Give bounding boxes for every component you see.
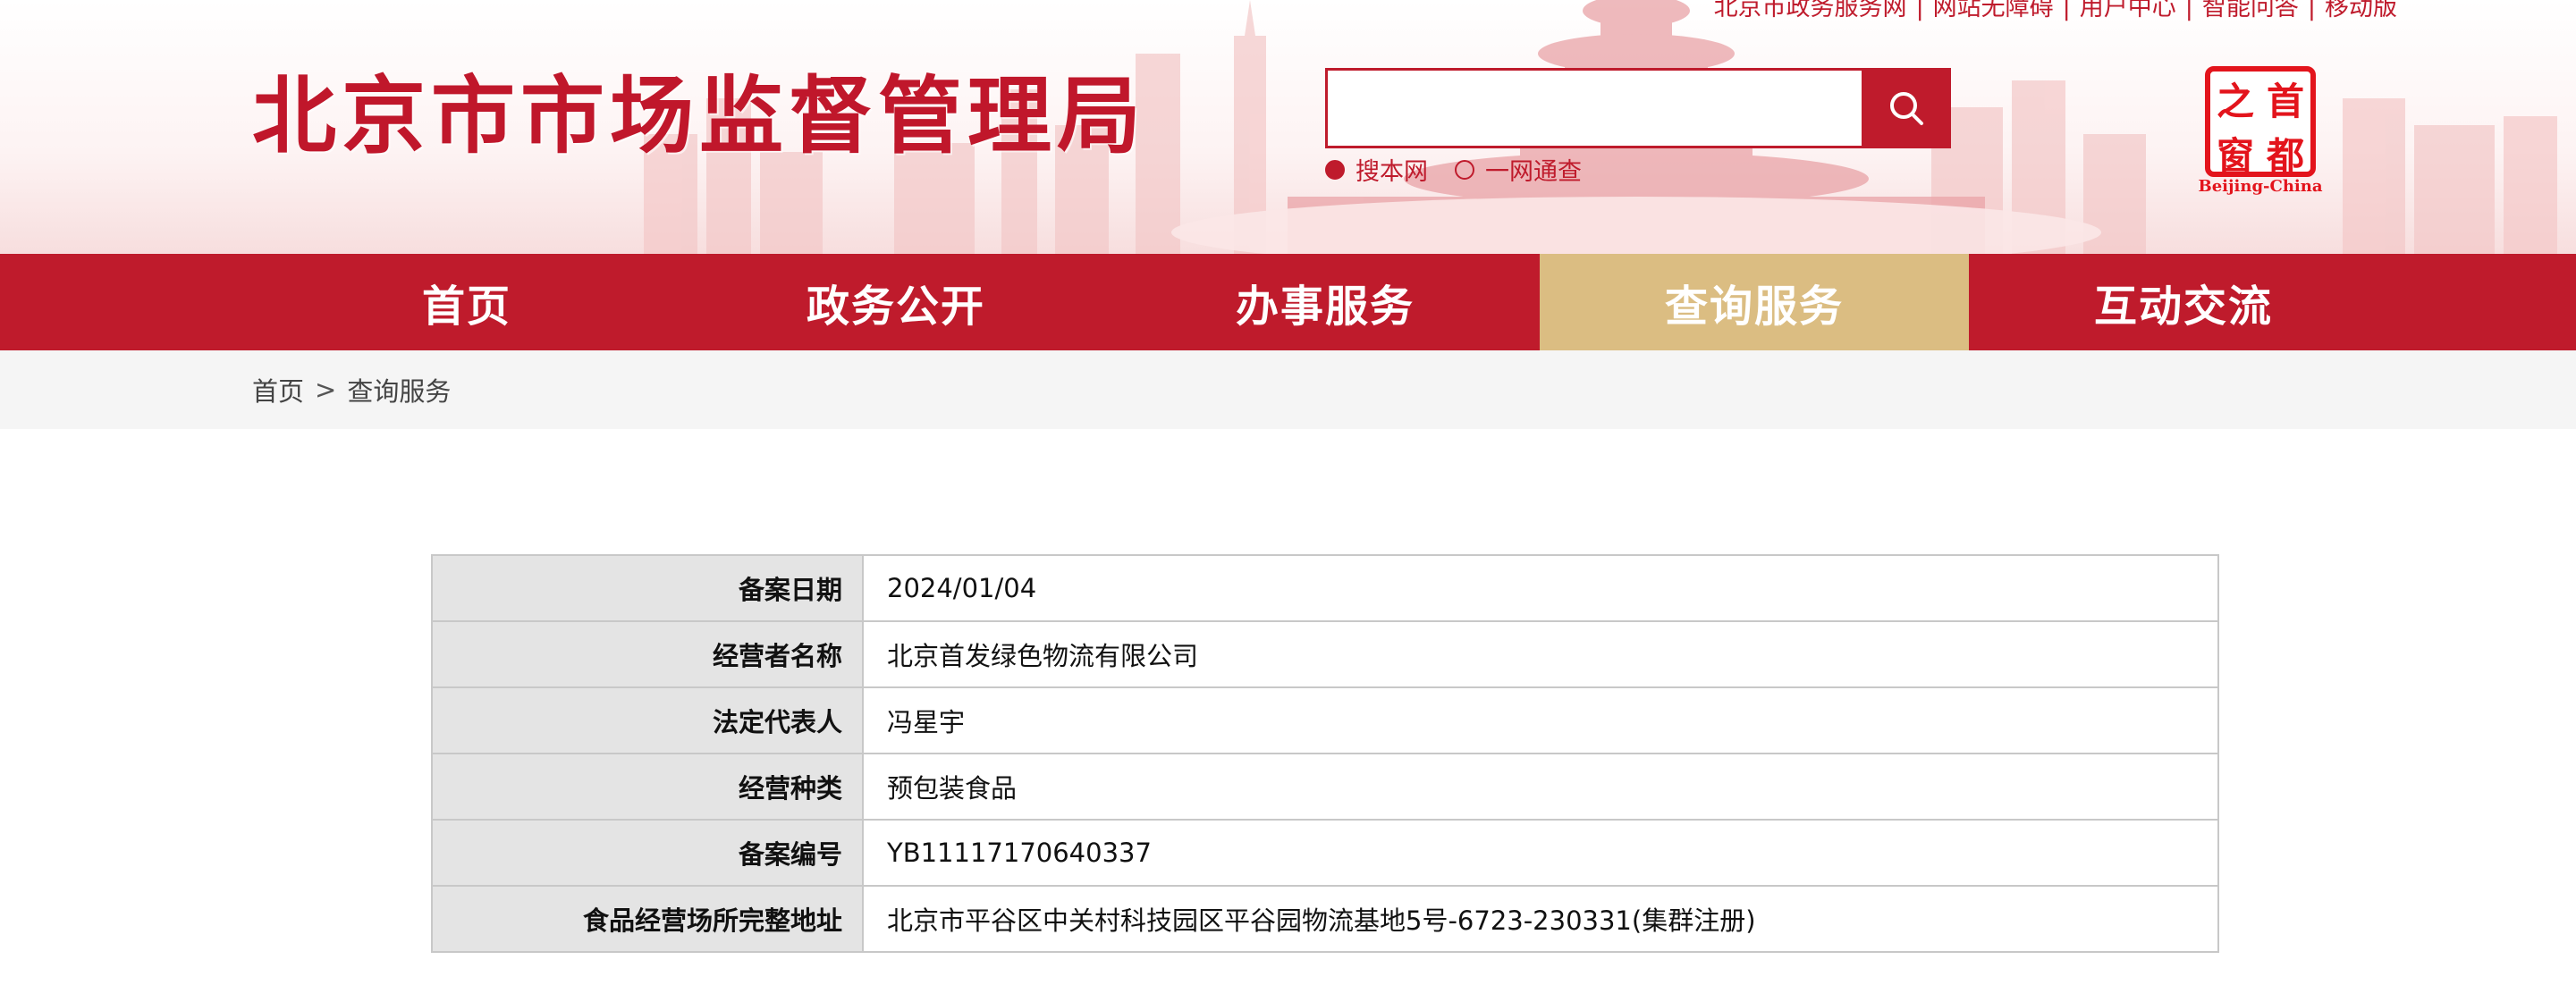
table-row: 食品经营场所完整地址 北京市平谷区中关村科技园区平谷园物流基地5号-6723-2… — [431, 885, 2219, 953]
top-utility-links: 北京市政务服务网 | 网站无障碍 | 用户中心 | 智能问答 | 移动版 — [1714, 0, 2397, 22]
scope-option-site[interactable]: 搜本网 — [1325, 152, 1428, 187]
table-row: 经营种类 预包装食品 — [431, 753, 2219, 821]
breadcrumb-bar: 首页 > 查询服务 — [0, 350, 2576, 429]
row-value: YB11117170640337 — [862, 819, 2219, 887]
scope-option-all[interactable]: 一网通查 — [1455, 152, 1582, 187]
link-separator: | — [2062, 0, 2071, 21]
top-link-user-center[interactable]: 用户中心 — [2080, 0, 2176, 22]
table-row: 经营者名称 北京首发绿色物流有限公司 — [431, 620, 2219, 688]
search-box — [1325, 68, 1862, 148]
capital-window-logo[interactable]: 之 首 窗 都 — [2205, 66, 2316, 178]
row-value: 冯星宇 — [862, 686, 2219, 754]
nav-item-home[interactable]: 首页 — [252, 254, 681, 350]
link-separator: | — [2307, 0, 2316, 21]
nav-item-gov-affairs[interactable]: 政务公开 — [681, 254, 1111, 350]
logo-char: 之 — [2216, 80, 2254, 123]
breadcrumb-home[interactable]: 首页 — [252, 371, 304, 408]
row-value: 北京市平谷区中关村科技园区平谷园物流基地5号-6723-230331(集群注册) — [862, 885, 2219, 953]
breadcrumb-current[interactable]: 查询服务 — [347, 371, 451, 408]
row-value: 2024/01/04 — [862, 554, 2219, 622]
link-separator: | — [1915, 0, 1924, 21]
nav-item-query[interactable]: 查询服务 — [1540, 254, 1969, 350]
row-value: 北京首发绿色物流有限公司 — [862, 620, 2219, 688]
search-scope-options: 搜本网 一网通查 — [1325, 152, 1609, 187]
row-label: 经营种类 — [431, 753, 864, 821]
record-detail-table: 备案日期 2024/01/04 经营者名称 北京首发绿色物流有限公司 法定代表人… — [431, 554, 2219, 953]
table-row: 备案日期 2024/01/04 — [431, 554, 2219, 622]
logo-char: 首 — [2266, 80, 2304, 123]
logo-char: 窗 — [2216, 134, 2254, 178]
table-row: 备案编号 YB11117170640337 — [431, 819, 2219, 887]
site-title[interactable]: 北京市市场监督管理局 — [252, 48, 1146, 170]
search-input[interactable] — [1328, 71, 1862, 146]
top-link-smart-qa[interactable]: 智能问答 — [2202, 0, 2299, 22]
table-row: 法定代表人 冯星宇 — [431, 686, 2219, 754]
nav-item-services[interactable]: 办事服务 — [1111, 254, 1540, 350]
search-icon — [1890, 92, 1923, 125]
row-label: 备案编号 — [431, 819, 864, 887]
row-label: 食品经营场所完整地址 — [431, 885, 864, 953]
logo-char: 都 — [2266, 134, 2304, 178]
nav-item-interaction[interactable]: 互动交流 — [1969, 254, 2398, 350]
top-link-gov-service[interactable]: 北京市政务服务网 — [1714, 0, 1907, 22]
radio-unchecked-icon[interactable] — [1455, 159, 1474, 180]
capital-logo-subtitle: Beijing-China — [2198, 177, 2323, 196]
site-header: 北京市政务服务网 | 网站无障碍 | 用户中心 | 智能问答 | 移动版 北京市市场监督管理局 … — [0, 0, 2576, 254]
main-nav: 首页 政务公开 办事服务 查询服务 互动交流 — [0, 254, 2576, 350]
scope-label: 一网通查 — [1485, 158, 1582, 186]
row-label: 备案日期 — [431, 554, 864, 622]
top-link-mobile[interactable]: 移动版 — [2325, 0, 2397, 22]
breadcrumb: 首页 > 查询服务 — [252, 350, 451, 429]
top-link-accessibility[interactable]: 网站无障碍 — [1933, 0, 2054, 22]
breadcrumb-separator: > — [315, 375, 337, 405]
search-button[interactable] — [1862, 68, 1951, 148]
radio-checked-icon[interactable] — [1325, 159, 1345, 180]
row-label: 经营者名称 — [431, 620, 864, 688]
scope-label: 搜本网 — [1356, 158, 1428, 186]
row-value: 预包装食品 — [862, 753, 2219, 821]
link-separator: | — [2184, 0, 2193, 21]
row-label: 法定代表人 — [431, 686, 864, 754]
